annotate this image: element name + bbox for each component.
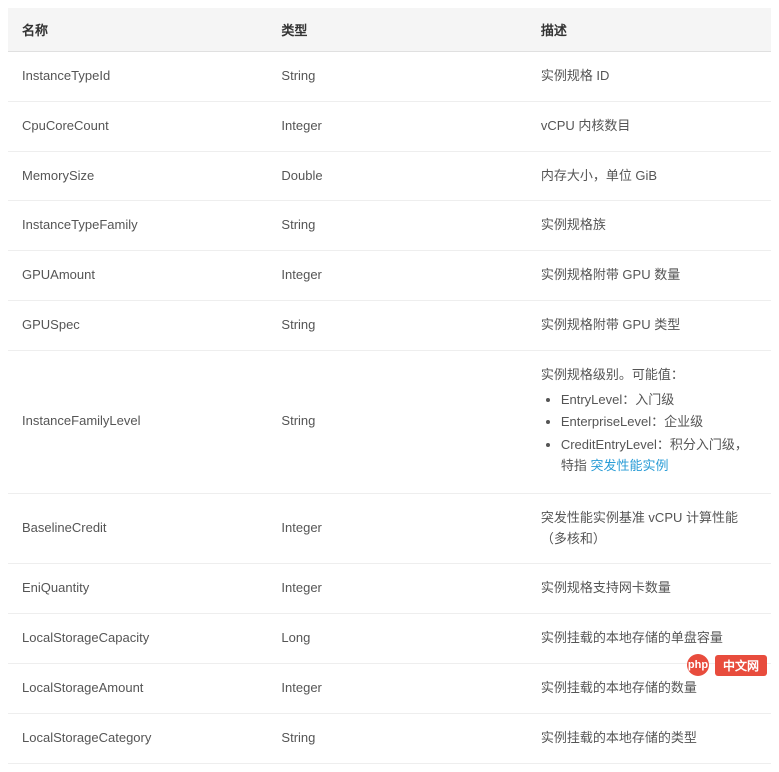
cell-name: GPUAmount — [8, 251, 267, 301]
cell-name: EniQuantity — [8, 564, 267, 614]
burst-instance-link[interactable]: 突发性能实例 — [590, 458, 668, 473]
cell-name: BaselineCredit — [8, 493, 267, 564]
cell-type: String — [267, 201, 526, 251]
cell-desc: 实例规格级别。可能值： EntryLevel：入门级EnterpriseLevel… — [527, 350, 771, 493]
cell-name: InstanceFamilyLevel — [8, 350, 267, 493]
table-row: EniQuantityInteger实例规格支持网卡数量 — [8, 564, 771, 614]
cell-type: String — [267, 300, 526, 350]
table-row: InstanceTypeFamilyString实例规格族 — [8, 201, 771, 251]
cell-type: Integer — [267, 564, 526, 614]
cell-desc: 突发性能实例基准 vCPU 计算性能（多核和） — [527, 493, 771, 564]
table-header-row: 名称 类型 描述 — [8, 8, 771, 52]
table-row: LocalStorageAmountInteger实例挂载的本地存储的数量 — [8, 663, 771, 713]
api-parameters-table: 名称 类型 描述 InstanceTypeIdString实例规格 IDCpuC… — [8, 8, 771, 764]
cell-type: String — [267, 52, 526, 102]
table-row: GPUSpecString实例规格附带 GPU 类型 — [8, 300, 771, 350]
list-item: EntryLevel：入门级 — [561, 390, 757, 411]
table-row: InstanceFamilyLevelString 实例规格级别。可能值： Entr… — [8, 350, 771, 493]
cell-type: Integer — [267, 251, 526, 301]
cell-name: InstanceTypeId — [8, 52, 267, 102]
cell-name: LocalStorageAmount — [8, 663, 267, 713]
table-row: GPUAmountInteger实例规格附带 GPU 数量 — [8, 251, 771, 301]
list-item: EnterpriseLevel：企业级 — [561, 412, 757, 433]
list-item: CreditEntryLevel：积分入门级，特指 突发性能实例 — [561, 435, 757, 477]
cell-desc: 实例规格附带 GPU 数量 — [527, 251, 771, 301]
cell-desc: 内存大小，单位 GiB — [527, 151, 771, 201]
site-watermark: php 中文网 — [687, 654, 767, 676]
cell-type: Integer — [267, 101, 526, 151]
cell-name: LocalStorageCategory — [8, 713, 267, 763]
cell-name: InstanceTypeFamily — [8, 201, 267, 251]
cell-type: Integer — [267, 663, 526, 713]
desc-intro: 实例规格级别。可能值： — [541, 365, 757, 386]
cell-desc: vCPU 内核数目 — [527, 101, 771, 151]
cell-type: String — [267, 350, 526, 493]
table-row: LocalStorageCategoryString实例挂载的本地存储的类型 — [8, 713, 771, 763]
cell-type: Long — [267, 614, 526, 664]
cell-desc: 实例规格附带 GPU 类型 — [527, 300, 771, 350]
cell-type: Double — [267, 151, 526, 201]
desc-list: EntryLevel：入门级EnterpriseLevel：企业级CreditE… — [541, 390, 757, 477]
table-row: LocalStorageCapacityLong实例挂载的本地存储的单盘容量 — [8, 614, 771, 664]
cell-name: LocalStorageCapacity — [8, 614, 267, 664]
table-row: BaselineCreditInteger突发性能实例基准 vCPU 计算性能（… — [8, 493, 771, 564]
header-name: 名称 — [8, 8, 267, 52]
cell-desc: 实例规格族 — [527, 201, 771, 251]
table-row: InstanceTypeIdString实例规格 ID — [8, 52, 771, 102]
watermark-label: 中文网 — [715, 655, 767, 676]
cell-desc: 实例规格支持网卡数量 — [527, 564, 771, 614]
table-row: CpuCoreCountIntegervCPU 内核数目 — [8, 101, 771, 151]
table-row: MemorySizeDouble内存大小，单位 GiB — [8, 151, 771, 201]
cell-desc: 实例挂载的本地存储的类型 — [527, 713, 771, 763]
cell-name: CpuCoreCount — [8, 101, 267, 151]
php-logo-icon: php — [687, 654, 709, 676]
header-desc: 描述 — [527, 8, 771, 52]
cell-name: MemorySize — [8, 151, 267, 201]
cell-type: String — [267, 713, 526, 763]
cell-name: GPUSpec — [8, 300, 267, 350]
header-type: 类型 — [267, 8, 526, 52]
cell-type: Integer — [267, 493, 526, 564]
cell-desc: 实例规格 ID — [527, 52, 771, 102]
